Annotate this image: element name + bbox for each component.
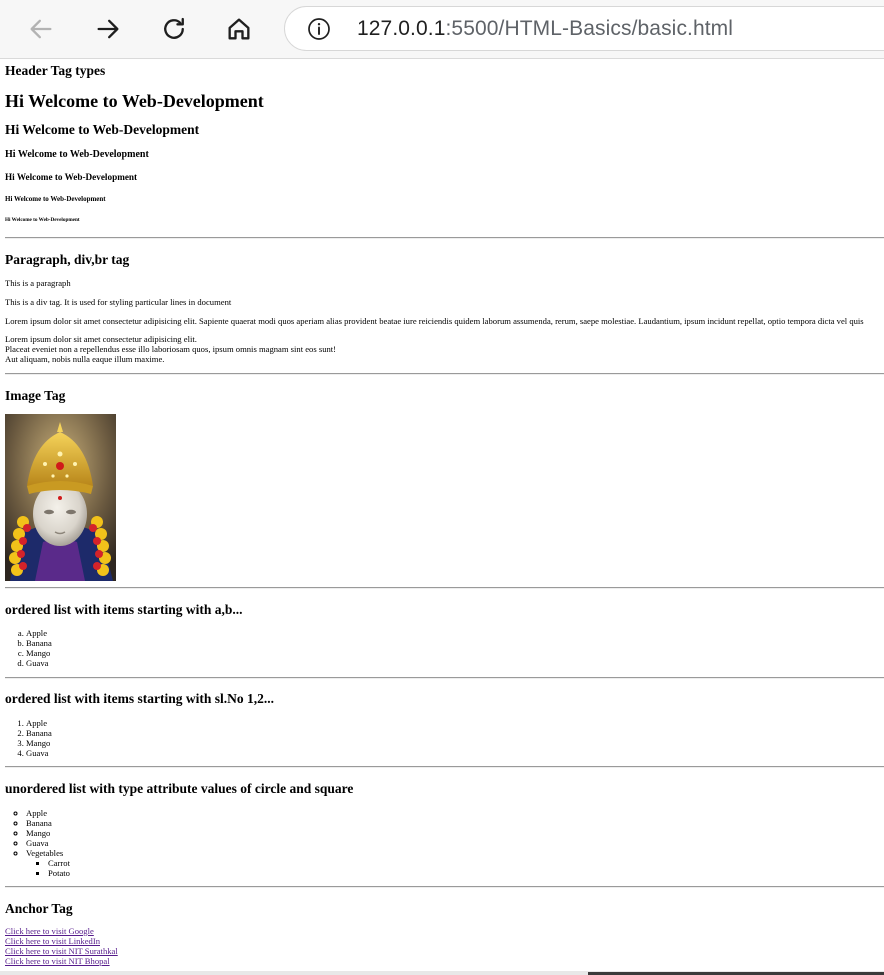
list-item: Carrot: [48, 858, 70, 868]
divider: [5, 886, 884, 888]
lorem-line: Aut aliquam, nobis nulla eaque illum max…: [5, 354, 165, 364]
lorem-line: Placeat eveniet non a repellendus esse i…: [5, 344, 337, 354]
horizontal-scrollbar[interactable]: [0, 971, 884, 975]
image-section-title: Image Tag: [5, 388, 66, 403]
list-item: Mango: [26, 828, 70, 838]
home-icon: [228, 18, 250, 40]
divider: [5, 237, 884, 239]
anchor-section-title: Anchor Tag: [5, 901, 73, 916]
divider: [5, 373, 884, 375]
url-path: :5500/HTML-Basics/basic.html: [445, 17, 734, 40]
arrow-right-icon: [97, 19, 119, 39]
link-nit-surathkal[interactable]: Click here to visit NIT Surathkal: [5, 946, 118, 956]
list-item: Guava: [26, 838, 70, 848]
browser-toolbar: 127.0.0.1:5500/HTML-Basics/basic.html: [0, 0, 884, 59]
heading-h2: Hi Welcome to Web-Development: [5, 122, 200, 137]
list-item-vegetables: Vegetables Carrot Potato: [26, 848, 70, 878]
div-text: This is a div tag. It is used for stylin…: [5, 297, 232, 307]
ordered-list-alpha: Apple Banana Mango Guava: [26, 628, 52, 668]
ordered-num-section-title: ordered list with items starting with sl…: [5, 691, 274, 706]
link-linkedin[interactable]: Click here to visit LinkedIn: [5, 936, 118, 946]
list-item: Apple: [26, 718, 52, 728]
link-google[interactable]: Click here to visit Google: [5, 926, 118, 936]
unordered-list-circle: Apple Banana Mango Guava Vegetables Carr…: [26, 808, 70, 878]
lorem-paragraph: Lorem ipsum dolor sit amet consectetur a…: [5, 316, 864, 326]
list-item: Potato: [48, 868, 70, 878]
list-item-label: Vegetables: [26, 848, 64, 858]
paragraph-text: This is a paragraph: [5, 278, 71, 288]
unordered-list-square: Carrot Potato: [26, 858, 70, 878]
reload-button[interactable]: [154, 9, 194, 49]
ordered-alpha-section-title: ordered list with items starting with a,…: [5, 602, 243, 617]
arrow-left-icon: [30, 19, 52, 39]
divider: [5, 677, 884, 679]
heading-h4: Hi Welcome to Web-Development: [5, 172, 138, 182]
list-item: Mango: [26, 648, 52, 658]
unordered-section-title: unordered list with type attribute value…: [5, 781, 354, 796]
list-item: Apple: [26, 808, 70, 818]
deity-photo: [5, 414, 116, 581]
list-item: Apple: [26, 628, 52, 638]
list-item: Guava: [26, 658, 52, 668]
list-item: Guava: [26, 748, 52, 758]
heading-h6: Hi Welcome to Web-Development: [5, 217, 80, 223]
heading-h1: Hi Welcome to Web-Development: [5, 91, 264, 111]
paragraph-section-title: Paragraph, div,br tag: [5, 252, 130, 267]
list-item: Mango: [26, 738, 52, 748]
list-item: Banana: [26, 728, 52, 738]
home-button[interactable]: [219, 9, 259, 49]
link-nit-bhopal[interactable]: Click here to visit NIT Bhopal: [5, 956, 118, 966]
lorem-br-paragraph: Lorem ipsum dolor sit amet consectetur a…: [5, 334, 336, 364]
url-text[interactable]: 127.0.0.1:5500/HTML-Basics/basic.html: [357, 16, 733, 42]
divider: [5, 766, 884, 768]
header-section-title: Header Tag types: [5, 63, 106, 78]
heading-h3: Hi Welcome to Web-Development: [5, 149, 149, 160]
anchor-links: Click here to visit Google Click here to…: [5, 926, 118, 966]
heading-h5: Hi Welcome to Web-Development: [5, 195, 106, 203]
deity-photo-illustration: [5, 414, 116, 581]
back-button[interactable]: [21, 9, 61, 49]
list-item: Banana: [26, 818, 70, 828]
ordered-list-numeric: Apple Banana Mango Guava: [26, 718, 52, 758]
url-host: 127.0.0.1: [357, 17, 446, 40]
forward-button[interactable]: [88, 9, 128, 49]
list-item: Banana: [26, 638, 52, 648]
lorem-line: Lorem ipsum dolor sit amet consectetur a…: [5, 334, 197, 344]
address-bar[interactable]: 127.0.0.1:5500/HTML-Basics/basic.html: [284, 6, 884, 51]
info-icon[interactable]: [307, 17, 331, 41]
reload-icon: [164, 17, 184, 39]
page-content: Header Tag types Hi Welcome to Web-Devel…: [5, 60, 884, 975]
divider: [5, 587, 884, 589]
